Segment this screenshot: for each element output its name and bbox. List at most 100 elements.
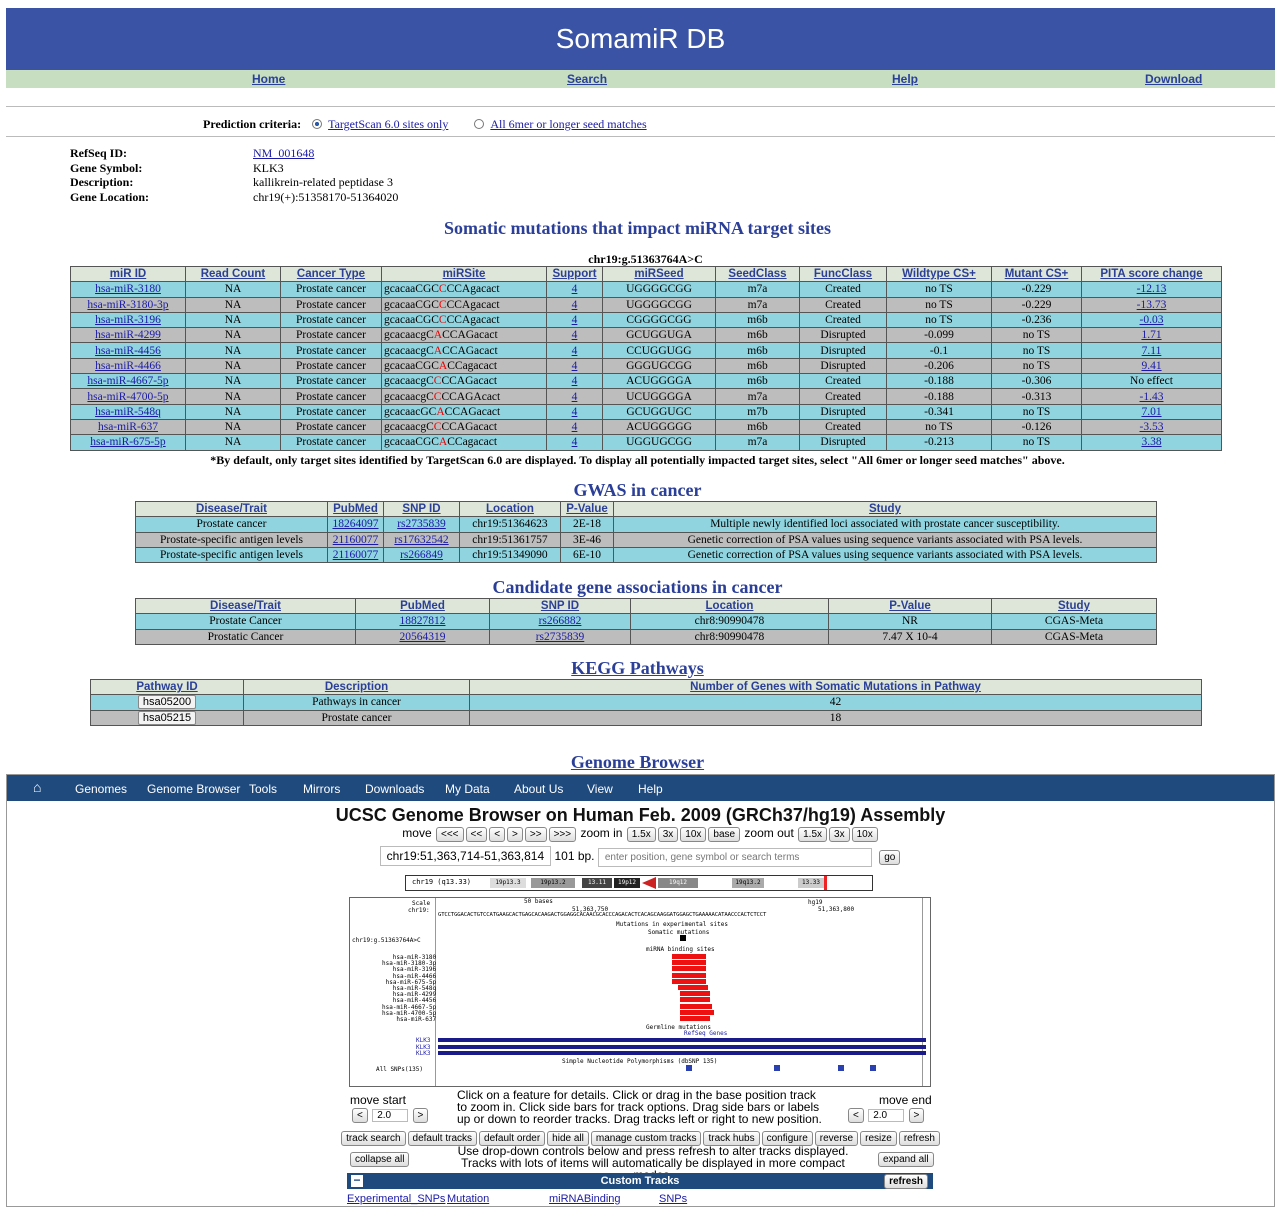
ucsc-nav-genome-browser[interactable]: Genome Browser — [147, 782, 240, 796]
ct-mirnabinding[interactable]: miRNABinding — [549, 1193, 621, 1205]
ucsc-nav-help[interactable]: Help — [638, 782, 663, 796]
chromosome-ideogram[interactable]: chr19 (q13.33) 19p13.3 19p13.2 13.11 19p12 1… — [405, 875, 873, 891]
ucsc-nav-my-data[interactable]: My Data — [445, 782, 490, 796]
zoom-in-button[interactable]: 10x — [680, 827, 707, 842]
resize-button[interactable]: resize — [860, 1131, 897, 1146]
col-header-disease-trait[interactable]: Disease/Trait — [135, 500, 328, 518]
mir-link[interactable]: hsa-miR-4466 — [95, 360, 161, 372]
pubmed-link[interactable]: 18827812 — [400, 615, 446, 627]
col-header-p-value[interactable]: P-Value — [828, 597, 992, 615]
mir-link[interactable]: hsa-miR-548q — [95, 406, 161, 418]
expand-all-button[interactable]: expand all — [877, 1151, 935, 1167]
pita-link[interactable]: -3.53 — [1140, 421, 1164, 433]
support-link[interactable]: 4 — [572, 406, 578, 418]
pubmed-link[interactable]: 20564319 — [400, 631, 446, 643]
pita-link[interactable]: 1.71 — [1141, 329, 1161, 341]
radio-all-6mer[interactable] — [474, 119, 485, 129]
col-header-mirsite[interactable]: miRSite — [381, 265, 547, 283]
col-header-description[interactable]: Description — [243, 678, 470, 696]
track-image[interactable]: Scale chr19: 50 bases hg19 51,363,750 51,363,… — [349, 897, 931, 1087]
support-link[interactable]: 4 — [572, 329, 578, 341]
option-targetscan[interactable]: TargetScan 6.0 sites only — [328, 117, 448, 131]
zoom-in-button[interactable]: 3x — [657, 827, 679, 842]
move-button[interactable]: < — [489, 827, 506, 842]
snp-link[interactable]: rs17632542 — [394, 534, 448, 546]
support-link[interactable]: 4 — [572, 391, 578, 403]
pathway-button[interactable]: hsa05215 — [137, 711, 197, 725]
move-button[interactable]: > — [507, 827, 523, 842]
move-start-input[interactable]: 2.0 — [372, 1109, 409, 1122]
mirna-site-feature[interactable] — [680, 997, 710, 1003]
nav-search[interactable]: Search — [567, 72, 607, 86]
col-header-pubmed[interactable]: PubMed — [355, 597, 490, 615]
col-header-snp-id[interactable]: SNP ID — [383, 500, 460, 518]
move-button[interactable]: << — [465, 827, 488, 842]
refseq-link[interactable]: NM_001648 — [253, 146, 314, 160]
mir-link[interactable]: hsa-miR-3180-3p — [87, 299, 168, 311]
nav-help[interactable]: Help — [892, 72, 918, 86]
zoom-out-button[interactable]: 10x — [851, 827, 878, 842]
snp-link[interactable]: rs266882 — [539, 615, 582, 627]
col-header-pita-score-change[interactable]: PITA score change — [1081, 265, 1222, 283]
col-header-study[interactable]: Study — [613, 500, 1157, 518]
support-link[interactable]: 4 — [572, 283, 578, 295]
mirna-site-feature[interactable] — [680, 1016, 710, 1021]
move-button[interactable]: >> — [524, 827, 547, 842]
col-header-mutant-cs[interactable]: Mutant CS+ — [991, 265, 1082, 283]
custom-refresh-button[interactable]: refresh — [884, 1174, 928, 1189]
mirna-site-feature[interactable] — [680, 1009, 714, 1015]
mir-link[interactable]: hsa-miR-4456 — [95, 345, 161, 357]
mirna-site-feature[interactable] — [672, 960, 706, 966]
move-button[interactable]: <<< — [435, 827, 464, 842]
track-side-bar[interactable] — [922, 898, 930, 1086]
klk3-gene-feature[interactable] — [438, 1044, 926, 1049]
mir-link[interactable]: hsa-miR-4299 — [95, 329, 161, 341]
mirna-site-feature[interactable] — [672, 972, 706, 978]
pita-link[interactable]: -13.73 — [1137, 299, 1167, 311]
zoom-in-button[interactable]: base — [708, 827, 741, 842]
nav-home[interactable]: Home — [252, 72, 285, 86]
col-header-cancer-type[interactable]: Cancer Type — [280, 265, 382, 283]
mir-link[interactable]: hsa-miR-637 — [98, 421, 158, 433]
ucsc-nav-downloads[interactable]: Downloads — [365, 782, 424, 796]
support-link[interactable]: 4 — [572, 375, 578, 387]
pubmed-link[interactable]: 21160077 — [333, 549, 379, 561]
ucsc-nav-genomes[interactable]: Genomes — [75, 782, 127, 796]
collapse-all-button[interactable]: collapse all — [349, 1151, 410, 1167]
move-start-right[interactable]: > — [412, 1108, 429, 1123]
col-header-disease-trait[interactable]: Disease/Trait — [135, 597, 356, 615]
support-link[interactable]: 4 — [572, 299, 578, 311]
col-header-read-count[interactable]: Read Count — [185, 265, 281, 283]
ucsc-nav-view[interactable]: View — [587, 782, 613, 796]
ucsc-nav-about-us[interactable]: About Us — [514, 782, 563, 796]
snp-feature[interactable] — [838, 1065, 844, 1071]
klk3-gene-feature[interactable] — [438, 1051, 926, 1055]
col-header-support[interactable]: Support — [546, 265, 603, 283]
mirna-site-feature[interactable] — [672, 966, 706, 972]
somatic-mutation-marker[interactable] — [680, 935, 686, 941]
nav-download[interactable]: Download — [1145, 72, 1202, 86]
move-start-left[interactable]: < — [352, 1108, 368, 1123]
radio-targetscan[interactable] — [312, 119, 323, 129]
move-button[interactable]: >>> — [548, 827, 577, 842]
snp-link[interactable]: rs266849 — [400, 549, 443, 561]
mir-link[interactable]: hsa-miR-4667-5p — [87, 375, 168, 387]
col-header-mir-id[interactable]: miR ID — [70, 265, 186, 283]
snp-feature[interactable] — [870, 1065, 876, 1071]
mirna-site-feature[interactable] — [672, 978, 706, 984]
pita-link[interactable]: 9.41 — [1141, 360, 1161, 372]
support-link[interactable]: 4 — [572, 436, 578, 448]
col-header-seedclass[interactable]: SeedClass — [715, 265, 800, 283]
mir-link[interactable]: hsa-miR-3180 — [95, 283, 161, 295]
col-header-snp-id[interactable]: SNP ID — [489, 597, 631, 615]
zoom-in-button[interactable]: 1.5x — [626, 827, 656, 842]
snp-link[interactable]: rs2735839 — [536, 631, 585, 643]
pita-link[interactable]: 3.38 — [1141, 436, 1161, 448]
kegg-link[interactable]: KEGG Pathways — [571, 658, 704, 678]
support-link[interactable]: 4 — [572, 345, 578, 357]
snp-link[interactable]: rs2735839 — [397, 518, 446, 530]
pita-link[interactable]: -12.13 — [1137, 283, 1167, 295]
collapse-icon[interactable]: − — [351, 1174, 363, 1187]
pubmed-link[interactable]: 21160077 — [333, 534, 379, 546]
track-search-button[interactable]: track search — [341, 1131, 406, 1146]
